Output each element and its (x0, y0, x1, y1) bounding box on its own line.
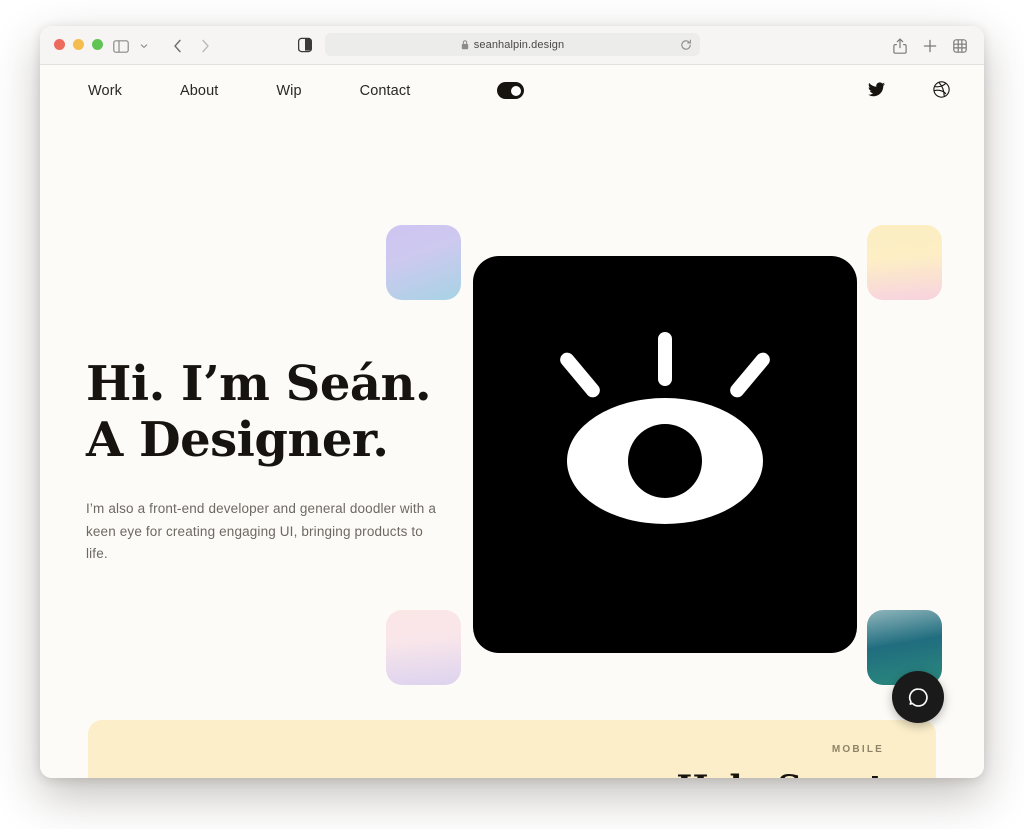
share-icon[interactable] (890, 35, 910, 57)
close-window-button[interactable] (54, 39, 65, 50)
reload-icon[interactable] (680, 39, 692, 51)
lock-icon (461, 39, 469, 50)
hero-subtitle: I’m also a front-end developer and gener… (86, 501, 437, 562)
site-navigation: Work About Wip Contact (40, 65, 984, 117)
project-card-title: Help Scout (676, 768, 884, 778)
hero-section: Hi. I’m Seán. A Designer. I’m also a fro… (40, 117, 984, 717)
chat-bubble-icon (908, 687, 928, 707)
chevron-down-icon[interactable] (136, 35, 152, 57)
toolbar-right-controls (890, 35, 970, 57)
hero-title-line-1: Hi. I’m Seán. (86, 356, 432, 412)
social-links (868, 81, 950, 98)
eye-logo-icon (560, 332, 770, 524)
nav-item-contact[interactable]: Contact (360, 83, 411, 99)
help-chat-button[interactable] (892, 671, 944, 723)
dark-mode-toggle[interactable] (497, 82, 524, 99)
traffic-lights (54, 39, 103, 50)
gradient-square-top-left (386, 225, 461, 300)
dribbble-icon[interactable] (933, 81, 950, 98)
hero-title-line-2: A Designer. (86, 411, 389, 468)
web-page: Work About Wip Contact Hi. I’m Seán. A D… (40, 65, 984, 778)
plus-icon[interactable] (920, 35, 940, 57)
project-card-kicker: MOBILE (831, 744, 884, 755)
browser-window: seanhalpin.design Work About Wip Contact… (40, 26, 984, 778)
minimize-window-button[interactable] (73, 39, 84, 50)
back-arrow-icon[interactable] (164, 35, 190, 57)
browser-toolbar: seanhalpin.design (40, 26, 984, 65)
nav-links: Work About Wip Contact (88, 83, 410, 99)
nav-item-wip[interactable]: Wip (276, 83, 301, 99)
eye-logo-card (473, 256, 857, 653)
dark-mode-toggle-knob (511, 85, 521, 96)
nav-item-about[interactable]: About (180, 83, 218, 99)
nav-item-work[interactable]: Work (88, 83, 122, 99)
hero-text: Hi. I’m Seán. A Designer. I’m also a fro… (86, 356, 486, 566)
maximize-window-button[interactable] (92, 39, 103, 50)
twitter-icon[interactable] (868, 82, 885, 97)
gradient-square-top-right (867, 225, 942, 300)
project-card-help-scout[interactable]: MOBILE Help Scout (88, 720, 936, 778)
sidebar-icon[interactable] (108, 35, 134, 57)
project-card-content: MOBILE Help Scout (676, 744, 884, 778)
reader-view-icon[interactable] (297, 37, 313, 58)
gradient-square-bottom-left (386, 610, 461, 685)
tab-overview-icon[interactable] (950, 35, 970, 57)
page-title: Hi. I’m Seán. A Designer. (86, 356, 486, 468)
url-text: seanhalpin.design (473, 38, 565, 51)
forward-arrow-icon[interactable] (192, 35, 218, 57)
address-bar[interactable]: seanhalpin.design (325, 33, 700, 56)
toolbar-left-controls (108, 35, 218, 57)
